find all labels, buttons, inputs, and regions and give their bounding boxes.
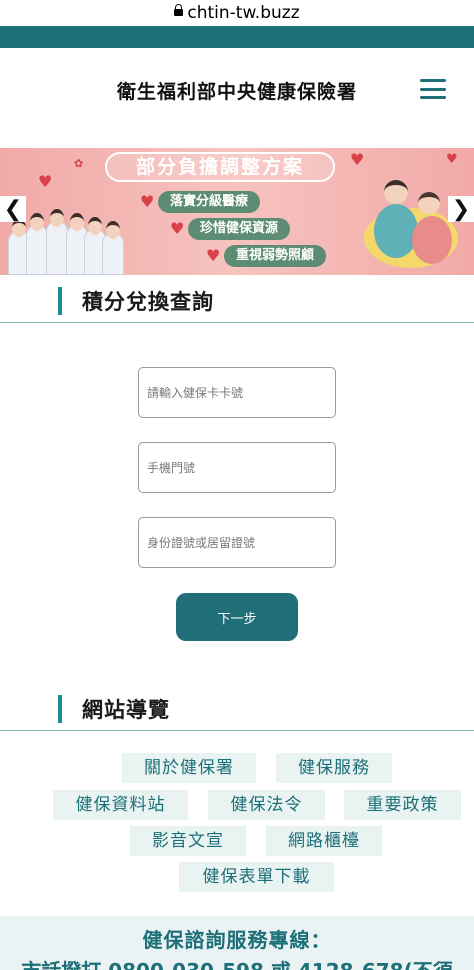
site-nav-section-header: 網站導覽 [0, 683, 474, 731]
menu-line [420, 96, 446, 99]
menu-line [420, 87, 446, 91]
nav-link-data-station[interactable]: 健保資料站 [53, 790, 188, 820]
site-title: 衛生福利部中央健康保險署 [116, 80, 357, 103]
hotline-footer: 健保諮詢服務專線： 市話撥打 0800-030-598 或 4128-678(不… [0, 916, 474, 970]
hotline-title: 健保諮詢服務專線： [142, 928, 332, 952]
id-number-input[interactable] [138, 517, 336, 568]
top-accent-strip [0, 26, 474, 48]
heart-icon: ✿ [74, 157, 84, 170]
nav-link-media[interactable]: 影音文宣 [130, 826, 246, 856]
menu-line [420, 79, 446, 82]
banner-pill: 重視弱勢照顧 [224, 245, 327, 267]
carousel-prev-arrow-icon[interactable]: ❮ [0, 196, 26, 222]
url-text: chtin-tw.buzz [187, 3, 300, 23]
mobile-number-input[interactable] [138, 442, 336, 493]
lock-icon [174, 4, 184, 19]
query-section-header: 積分兌換查詢 [0, 275, 474, 323]
heart-icon: ♥ [140, 192, 155, 211]
nav-link-regulations[interactable]: 健保法令 [208, 790, 325, 820]
heart-icon: ♥ [446, 152, 458, 167]
family-illustration [360, 174, 462, 270]
banner-pill: 珍惜健保資源 [188, 218, 291, 240]
nav-link-forms-download[interactable]: 健保表單下載 [179, 862, 334, 892]
query-section-title: 積分兌換查詢 [82, 290, 214, 314]
heart-icon: ♥ [38, 172, 53, 191]
nav-link-policies[interactable]: 重要政策 [344, 790, 461, 820]
section-accent-bar [58, 695, 62, 723]
heart-icon: ♥ [206, 246, 221, 265]
browser-url-bar[interactable]: chtin-tw.buzz [0, 0, 474, 26]
hamburger-menu-button[interactable] [420, 79, 446, 99]
next-step-button[interactable]: 下一步 [176, 593, 298, 641]
banner-title: 部分負擔調整方案 [105, 152, 335, 182]
heart-icon: ♥ [170, 219, 185, 238]
points-query-form: 下一步 [0, 323, 474, 683]
hotline-number[interactable]: 市話撥打 0800-030-598 或 4128-678(不須 [0, 955, 474, 970]
section-accent-bar [58, 287, 62, 315]
carousel-next-arrow-icon[interactable]: ❯ [448, 196, 474, 222]
site-nav-links: 關於健保署 健保服務 健保資料站 健保法令 重要政策 影音文宣 網路櫃檯 健保表… [0, 731, 474, 921]
site-nav-section-title: 網站導覽 [82, 698, 170, 722]
health-card-number-input[interactable] [138, 367, 336, 418]
nav-link-services[interactable]: 健保服務 [276, 753, 392, 783]
heart-icon: ♥ [350, 150, 365, 169]
nav-link-about[interactable]: 關於健保署 [122, 753, 256, 783]
banner-pill: 落實分級醫療 [158, 191, 261, 213]
site-header: 衛生福利部中央健康保險署 [0, 48, 474, 132]
nav-link-online-counter[interactable]: 網路櫃檯 [266, 826, 382, 856]
promo-banner-carousel[interactable]: 部分負擔調整方案 ♥ ♥ ♥ ♥ ✿ ♥ ♥ 落實分級醫療 珍惜健保資源 重視弱… [0, 148, 474, 275]
